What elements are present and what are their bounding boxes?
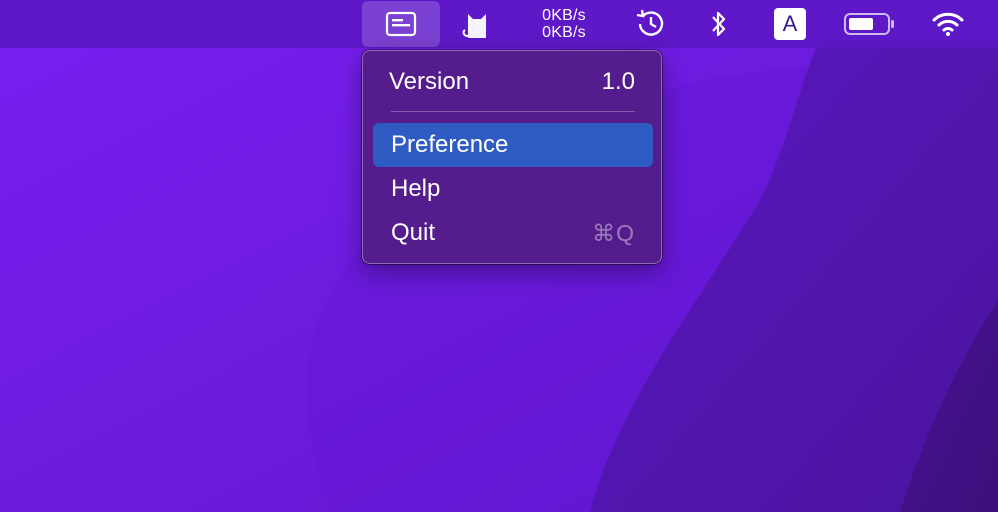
desktop: 0KB/s 0KB/s A Version 1.0 Preference Hel…	[0, 0, 998, 512]
upload-speed: 0KB/s	[542, 7, 586, 24]
menu-item-label: Preference	[391, 131, 509, 158]
menu-item-preference[interactable]: Preference	[373, 123, 653, 167]
wifi-item[interactable]	[926, 0, 970, 48]
menu-bar: 0KB/s 0KB/s A	[0, 0, 998, 48]
quit-shortcut: ⌘Q	[592, 219, 635, 246]
input-source-label: A	[782, 11, 798, 36]
menu-item-help[interactable]: Help	[373, 167, 653, 211]
version-value: 1.0	[601, 68, 635, 95]
time-machine-icon	[636, 9, 664, 36]
time-machine-item[interactable]	[628, 0, 672, 48]
battery-item[interactable]	[840, 0, 900, 48]
download-speed: 0KB/s	[542, 24, 586, 41]
app-status-item[interactable]	[362, 1, 440, 47]
battery-icon	[844, 13, 894, 35]
cat-icon	[462, 14, 486, 38]
bluetooth-icon	[712, 11, 726, 37]
menu-item-label: Quit	[391, 219, 436, 246]
dropdown-menu: Version 1.0 Preference Help Quit ⌘Q	[362, 50, 662, 264]
app-status-icon	[385, 11, 417, 37]
version-label: Version	[389, 68, 470, 95]
input-source-item[interactable]: A	[770, 0, 810, 48]
version-row: Version 1.0	[389, 67, 635, 97]
input-source-badge: A	[774, 8, 806, 40]
cat-status-item[interactable]	[455, 0, 499, 48]
menu-item-quit[interactable]: Quit ⌘Q	[373, 211, 653, 255]
menu-item-label: Help	[391, 175, 441, 202]
menu-separator	[391, 111, 635, 112]
network-speed[interactable]: 0KB/s 0KB/s	[526, 0, 602, 48]
bluetooth-item[interactable]	[700, 0, 738, 48]
wifi-icon	[932, 12, 964, 36]
